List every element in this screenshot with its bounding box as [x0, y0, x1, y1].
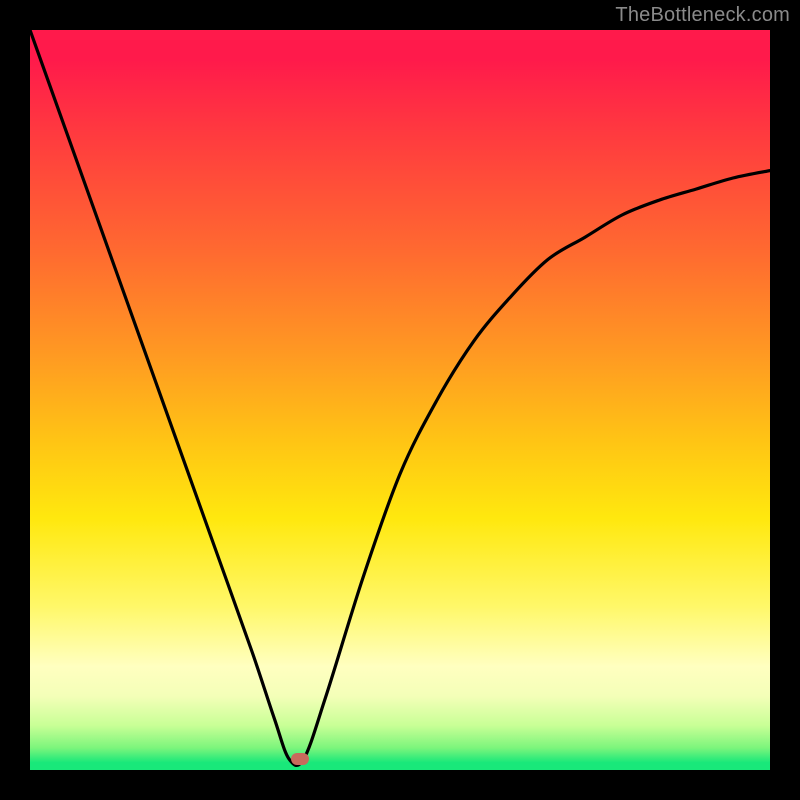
chart-frame: TheBottleneck.com [0, 0, 800, 800]
plot-area [30, 30, 770, 770]
optimum-marker [291, 753, 309, 765]
bottleneck-curve [30, 30, 770, 770]
watermark-text: TheBottleneck.com [615, 4, 790, 27]
